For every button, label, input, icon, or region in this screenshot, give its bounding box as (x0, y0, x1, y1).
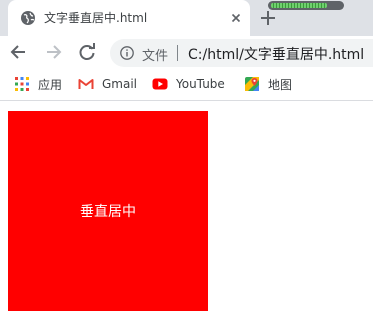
bookmarks-bar: 应用 Gmail YouTube 地图 (0, 68, 373, 101)
loading-progress-fill (271, 3, 327, 8)
page-content: 垂直居中 (0, 101, 373, 331)
address-bar[interactable]: 文件 C:/html/文字垂直居中.html (110, 39, 373, 67)
apps-grid-icon (15, 77, 29, 91)
tab-title: 文字垂直居中.html (44, 11, 148, 25)
bookmark-label: 地图 (268, 77, 293, 92)
box-text: 垂直居中 (80, 204, 136, 220)
info-icon[interactable] (120, 46, 134, 60)
bookmark-maps[interactable]: 地图 (244, 75, 292, 93)
bookmark-gmail[interactable]: Gmail (78, 75, 137, 93)
toolbar: 文件 C:/html/文字垂直居中.html (0, 36, 373, 68)
close-icon[interactable] (228, 10, 244, 26)
bookmark-label: YouTube (176, 77, 225, 91)
globe-icon (21, 11, 35, 25)
tab-strip: 文字垂直居中.html (0, 0, 373, 36)
arrow-left-icon[interactable] (8, 41, 30, 63)
loading-progress-bar (268, 1, 344, 10)
omnibox-divider (177, 45, 178, 61)
bookmark-youtube[interactable]: YouTube (152, 75, 225, 93)
bookmark-label: 应用 (38, 77, 63, 92)
gmail-icon (78, 79, 94, 89)
maps-icon (245, 77, 259, 91)
arrow-right-icon[interactable] (42, 41, 64, 63)
youtube-icon (152, 78, 168, 90)
security-chip-label: 文件 (142, 49, 169, 64)
reload-icon[interactable] (76, 41, 98, 63)
url-text[interactable]: C:/html/文字垂直居中.html (188, 44, 364, 64)
bookmark-apps[interactable]: 应用 (14, 75, 62, 93)
bookmark-label: Gmail (102, 77, 138, 91)
tab-active[interactable]: 文字垂直居中.html (8, 0, 250, 36)
vertically-centered-box: 垂直居中 (8, 111, 208, 311)
